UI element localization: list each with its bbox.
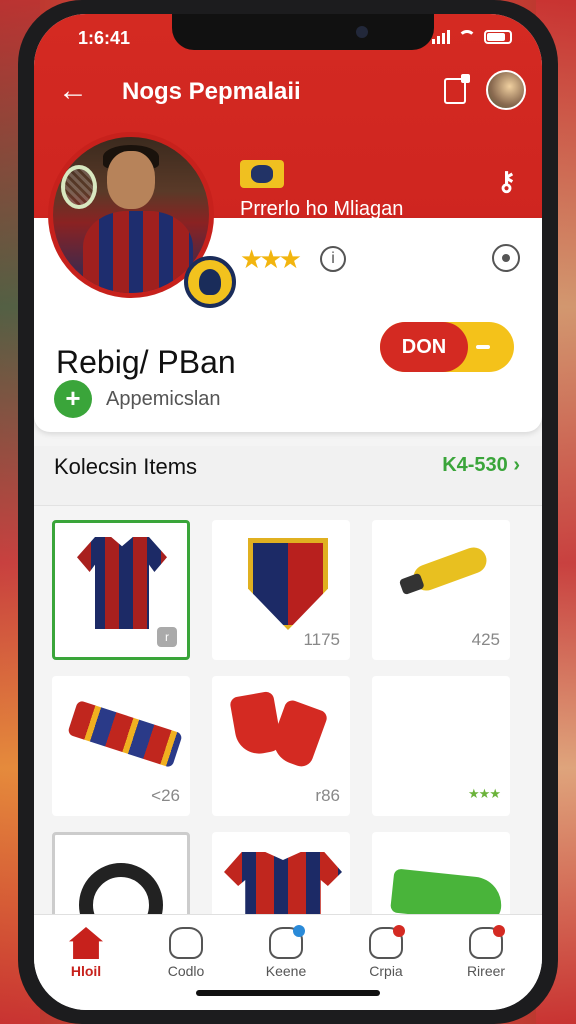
item-card-crest[interactable]: 1175 [212,520,350,660]
notch [172,14,434,50]
check-icon: r [157,627,177,647]
toggle-knob [476,345,490,349]
whistle-icon [409,543,491,595]
rating-stars: ★★★ [240,244,302,274]
jersey-icon [77,537,167,629]
edit-key-icon[interactable]: ⚷ [497,166,516,197]
tab-label: Keene [265,963,307,979]
item-price: r86 [315,786,340,805]
tab-label: Crpia [369,963,403,979]
chat-icon [369,925,405,959]
shield-crest-icon [248,538,328,630]
approve-label[interactable]: Appemicslan [106,388,221,411]
search-person-icon [169,927,203,959]
account-avatar[interactable] [486,70,526,110]
tab-label: Codlo [167,963,205,979]
info-icon[interactable]: i [320,246,346,272]
battery-icon [484,30,512,44]
share-icon[interactable] [444,74,470,104]
item-card-boots[interactable]: r86 [212,676,350,816]
wifi-icon [458,30,476,44]
item-card-whistle[interactable]: 425 [372,520,510,660]
tab-profile[interactable]: Rireer [436,925,536,979]
back-arrow-icon[interactable]: ← [58,76,88,106]
scarf-icon [67,699,183,769]
signal-icon [432,30,450,44]
item-price: <26 [151,786,180,805]
toggle-label: DON [380,322,468,372]
camera-icon [356,26,368,38]
tab-codlo[interactable]: Codlo [136,927,236,979]
status-time: 1:6:41 [78,28,131,48]
item-price: 1175 [303,630,340,649]
item-price: 425 [471,630,500,649]
status-toggle[interactable]: DON [380,322,514,372]
tab-crpia[interactable]: Crpia [336,925,436,979]
item-card-jersey[interactable]: r [52,520,190,660]
section-title: Kolecsin Items [54,454,198,479]
user-name: Rebig/ PBan [56,344,236,380]
club-crest-icon [240,160,284,188]
settings-icon[interactable] [492,244,520,272]
tab-home[interactable]: Hloil [36,927,136,979]
boots-icon [267,698,329,770]
profile-icon [469,925,505,959]
racket-icon [61,165,97,209]
club-name: Prrerlo ho Mliagan [240,198,404,220]
page-title: Nogs Pepmalaii [122,78,301,105]
item-rating: ★★★ [468,786,501,801]
tab-label: Rireer [466,963,506,979]
medal-badge-icon [184,256,236,308]
app-screen: 1:6:41 ← Nogs Pepmalaii Prrerlo ho Mliag… [34,14,542,1010]
item-card-empty[interactable]: ★★★ [372,676,510,816]
phone-frame: 1:6:41 ← Nogs Pepmalaii Prrerlo ho Mliag… [18,0,558,1024]
tab-keene[interactable]: Keene [236,925,336,979]
item-card-scarf[interactable]: <26 [52,676,190,816]
inbox-icon [269,925,305,959]
app-bar: ← Nogs Pepmalaii [58,70,526,110]
add-icon[interactable]: + [54,380,92,418]
home-icon [69,927,103,959]
see-all-link[interactable]: K4-530 › [442,454,520,477]
tab-label: Hloil [70,963,102,979]
home-indicator[interactable] [196,990,380,996]
